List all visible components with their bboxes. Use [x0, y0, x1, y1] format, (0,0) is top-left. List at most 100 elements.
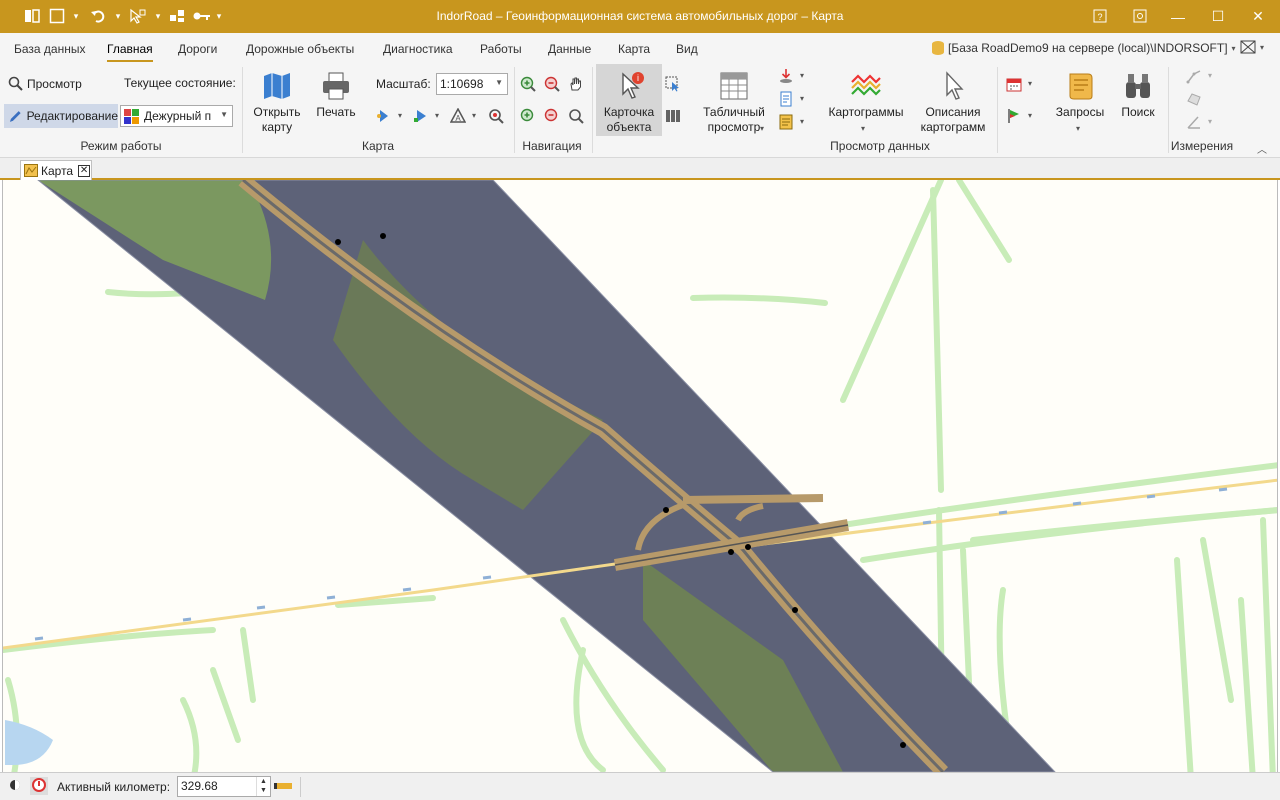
- view-mode-button[interactable]: Просмотр: [8, 76, 82, 91]
- chevron-down-icon[interactable]: ▾: [1260, 43, 1264, 52]
- measure-line-icon[interactable]: [1186, 68, 1202, 84]
- spinner-arrows[interactable]: ▲ ▼: [256, 777, 270, 796]
- report-icon[interactable]: [778, 114, 794, 130]
- tab-map[interactable]: Карта: [618, 42, 650, 56]
- tab-works[interactable]: Работы: [480, 42, 522, 56]
- cartogram-desc-label-2: картограмм: [920, 120, 986, 134]
- pointer-icon: [946, 71, 964, 100]
- collapse-ribbon-icon[interactable]: ︿: [1257, 141, 1267, 156]
- route-play-icon[interactable]: [413, 108, 429, 124]
- chevron-down-icon[interactable]: ▾: [1028, 79, 1032, 88]
- import-icon[interactable]: [778, 68, 794, 84]
- cartograms-label: Картограммы: [828, 105, 904, 119]
- km-marker-icon[interactable]: [30, 777, 48, 795]
- svg-text:A: A: [455, 114, 461, 123]
- tab-diagnostics[interactable]: Диагностика: [383, 42, 453, 56]
- separator: [514, 67, 515, 153]
- zoom-in-icon[interactable]: [520, 76, 536, 92]
- green-field-imagery: [38, 180, 272, 300]
- group-label-navigation: Навигация: [522, 139, 582, 153]
- map-canvas[interactable]: [2, 180, 1278, 772]
- maximize-button[interactable]: ☐: [1198, 0, 1238, 33]
- cartograms-button[interactable]: Картограммы: [824, 70, 908, 120]
- scroll-icon: [1069, 73, 1093, 100]
- open-map-button[interactable]: Открыть карту: [252, 70, 302, 135]
- tab-database[interactable]: База данных: [14, 42, 85, 56]
- close-icon[interactable]: ✕: [78, 164, 91, 177]
- object-card-label-1: Карточка: [603, 105, 655, 119]
- chevron-down-icon[interactable]: ▾: [1208, 117, 1212, 126]
- print-button[interactable]: Печать: [314, 70, 358, 120]
- measure-warning-icon[interactable]: A: [450, 108, 466, 124]
- separator: [592, 67, 593, 153]
- calendar-icon[interactable]: [1006, 76, 1022, 92]
- close-button[interactable]: ✕: [1238, 0, 1278, 33]
- scale-select[interactable]: 1:10698 ▼: [436, 73, 508, 95]
- tab-home[interactable]: Главная: [107, 42, 153, 62]
- chevron-down-icon[interactable]: ▾: [398, 111, 402, 120]
- document-icon[interactable]: [778, 91, 794, 107]
- flag-play-icon[interactable]: [1006, 108, 1022, 124]
- help-icon[interactable]: ?: [1090, 6, 1110, 26]
- zoom-fit-icon[interactable]: [568, 108, 584, 124]
- minimize-button[interactable]: —: [1158, 0, 1198, 33]
- chevron-down-icon[interactable]: ▾: [800, 71, 804, 80]
- measure-angle-icon[interactable]: [1186, 114, 1202, 130]
- tab-roads[interactable]: Дороги: [178, 42, 217, 56]
- cartogram-descriptions-button[interactable]: Описания картограмм: [916, 70, 990, 135]
- state-select[interactable]: Дежурный п ▼: [120, 105, 233, 127]
- tab-road-objects[interactable]: Дорожные объекты: [246, 42, 354, 56]
- object-card-button[interactable]: i Карточка объекта: [596, 64, 662, 136]
- tab-view[interactable]: Вид: [676, 42, 698, 56]
- barcode-icon[interactable]: [665, 108, 681, 124]
- mail-icon[interactable]: [1240, 40, 1256, 57]
- doc-tab-label: Карта: [41, 163, 74, 178]
- scale-value: 1:10698: [440, 77, 484, 91]
- edit-mode-button[interactable]: Редактирование: [4, 104, 118, 128]
- separator: [242, 67, 243, 153]
- view-mode-label: Просмотр: [27, 76, 82, 91]
- pencil-icon: [9, 110, 21, 122]
- status-bar: Активный километр: 329.68 ▲ ▼: [0, 772, 1280, 800]
- print-label: Печать: [316, 105, 356, 119]
- scale-label: Масштаб:: [376, 77, 431, 91]
- separator: [300, 777, 301, 797]
- ruler-icon[interactable]: [274, 781, 292, 791]
- palette-icon: [124, 108, 139, 124]
- tab-data[interactable]: Данные: [548, 42, 591, 56]
- chevron-down-icon[interactable]: ▾: [472, 111, 476, 120]
- database-info[interactable]: [База RoadDemo9 на сервере (local)\INDOR…: [932, 41, 1236, 55]
- state-label: Текущее состояние:: [124, 76, 236, 90]
- chevron-down-icon[interactable]: ▾: [800, 94, 804, 103]
- layer-toggle-icon[interactable]: [8, 778, 24, 794]
- zoom-in-step-icon[interactable]: [520, 108, 536, 124]
- chevron-down-icon[interactable]: ▾: [1028, 111, 1032, 120]
- ribbon-tabs: База данных Главная Дороги Дорожные объе…: [0, 33, 1280, 63]
- ribbon-panel: Просмотр Текущее состояние: Редактирован…: [0, 63, 1280, 158]
- measure-area-icon[interactable]: [1186, 91, 1202, 107]
- search-location-icon[interactable]: [488, 108, 504, 124]
- chevron-down-icon[interactable]: ▾: [760, 124, 764, 133]
- chevron-down-icon[interactable]: ▾: [861, 124, 865, 133]
- doc-tab-map[interactable]: Карта ✕: [20, 160, 92, 180]
- chevron-down-icon[interactable]: ▾: [1232, 44, 1236, 53]
- chevron-down-icon[interactable]: ▾: [1076, 124, 1080, 133]
- active-km-input[interactable]: 329.68 ▲ ▼: [177, 776, 271, 797]
- group-label-measurements: Измерения: [1170, 139, 1234, 153]
- chevron-down-icon[interactable]: ▾: [435, 111, 439, 120]
- search-button[interactable]: Поиск: [1114, 70, 1162, 120]
- chevron-down-icon: ▼: [220, 110, 228, 119]
- route-start-icon[interactable]: [376, 108, 392, 124]
- chevron-down-icon[interactable]: ▾: [800, 117, 804, 126]
- table-view-label-1: Табличный: [703, 105, 765, 119]
- map-drawing[interactable]: [3, 180, 1278, 772]
- chevron-down-icon[interactable]: ▾: [1208, 71, 1212, 80]
- database-label: [База RoadDemo9 на сервере (local)\INDOR…: [948, 41, 1228, 55]
- pointer-info-icon: i: [622, 72, 644, 99]
- zoom-out-step-icon[interactable]: [544, 108, 560, 124]
- settings-icon[interactable]: [1130, 6, 1150, 26]
- queries-button[interactable]: Запросы: [1052, 70, 1108, 120]
- zoom-out-icon[interactable]: [544, 76, 560, 92]
- pan-hand-icon[interactable]: [568, 76, 584, 92]
- select-object-icon[interactable]: [665, 76, 681, 92]
